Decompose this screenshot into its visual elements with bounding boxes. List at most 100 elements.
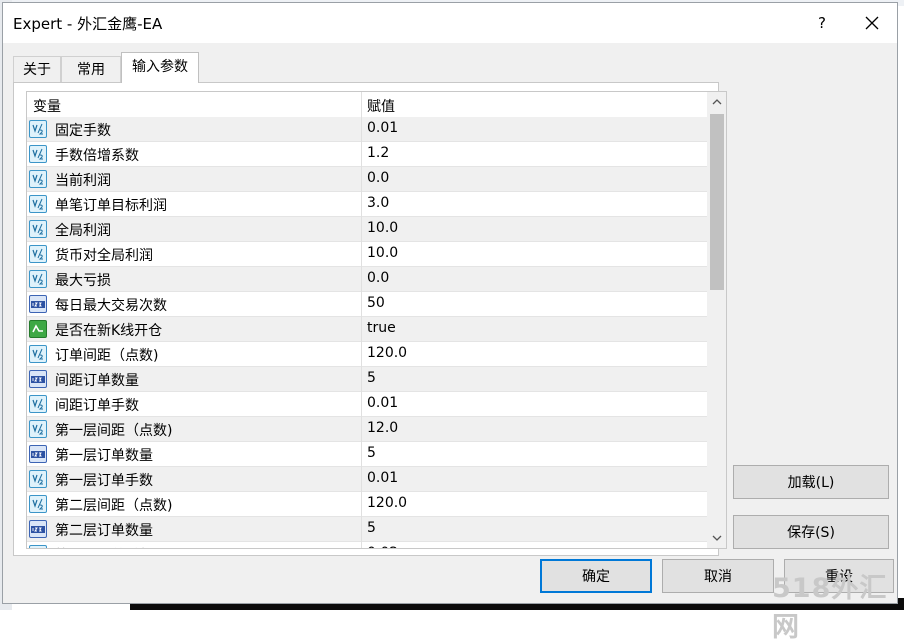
parameter-value[interactable]: 0.01 bbox=[367, 470, 398, 486]
chevron-down-icon bbox=[712, 535, 721, 541]
parameter-value[interactable]: 10.0 bbox=[367, 245, 398, 261]
column-header-value[interactable]: 赋值 bbox=[367, 96, 395, 116]
v2-icon bbox=[29, 195, 47, 213]
parameter-value[interactable]: 3.0 bbox=[367, 195, 389, 211]
scroll-up-button[interactable] bbox=[707, 92, 726, 112]
parameter-value[interactable]: 0.02 bbox=[367, 545, 398, 548]
cancel-button[interactable]: 取消 bbox=[662, 559, 774, 593]
v2-icon bbox=[29, 145, 47, 163]
ok-label: 确定 bbox=[582, 569, 610, 585]
v2-icon bbox=[29, 395, 47, 413]
parameter-name: 第二层间距（点数) bbox=[55, 498, 173, 514]
parameter-name: 第一层间距（点数) bbox=[55, 423, 173, 439]
table-row[interactable]: 全局利润 10.0 bbox=[27, 217, 707, 242]
v2-icon bbox=[29, 345, 47, 363]
tab-about[interactable]: 关于 bbox=[13, 56, 61, 82]
column-divider bbox=[361, 217, 362, 242]
parameter-value[interactable]: true bbox=[367, 320, 396, 336]
parameter-name: 间距订单手数 bbox=[55, 398, 139, 414]
table-row[interactable]: 是否在新K线开仓 true bbox=[27, 317, 707, 342]
table-row[interactable]: 订单间距（点数) 120.0 bbox=[27, 342, 707, 367]
v2-icon bbox=[29, 120, 47, 138]
parameter-value[interactable]: 12.0 bbox=[367, 420, 398, 436]
parameter-value[interactable]: 120.0 bbox=[367, 345, 407, 361]
table-row[interactable]: 单笔订单目标利润 3.0 bbox=[27, 192, 707, 217]
ok-button[interactable]: 确定 bbox=[540, 559, 652, 593]
table-row[interactable]: 每日最大交易次数 50 bbox=[27, 292, 707, 317]
help-label: ? bbox=[818, 14, 826, 32]
parameter-value[interactable]: 5 bbox=[367, 370, 376, 386]
v2-icon bbox=[29, 545, 47, 548]
parameter-name: 第一层订单手数 bbox=[55, 473, 153, 489]
parameter-name: 单笔订单目标利润 bbox=[55, 198, 167, 214]
table-row[interactable]: 第一层订单手数 0.01 bbox=[27, 467, 707, 492]
column-header-variable[interactable]: 变量 bbox=[33, 96, 61, 116]
123-icon bbox=[29, 295, 47, 313]
v2-icon bbox=[29, 420, 47, 438]
table-row[interactable]: 第二层间距（点数) 120.0 bbox=[27, 492, 707, 517]
table-row[interactable]: 第二层订单数量 5 bbox=[27, 517, 707, 542]
vertical-scrollbar[interactable] bbox=[707, 91, 727, 549]
table-row[interactable]: 货币对全局利润 10.0 bbox=[27, 242, 707, 267]
expert-dialog: Expert - 外汇金鹰-EA ? 关于 常用 输入参数 变量 赋值 固定手数… bbox=[2, 2, 898, 604]
parameter-value[interactable]: 50 bbox=[367, 295, 385, 311]
table-row[interactable]: 第一层间距（点数) 12.0 bbox=[27, 417, 707, 442]
bool-icon bbox=[29, 320, 47, 338]
grid-header: 变量 赋值 bbox=[27, 92, 707, 118]
table-row[interactable]: 最大亏损 0.0 bbox=[27, 267, 707, 292]
close-button[interactable] bbox=[845, 3, 899, 43]
table-row[interactable]: 当前利润 0.0 bbox=[27, 167, 707, 192]
column-divider bbox=[361, 492, 362, 517]
inputs-panel: 变量 赋值 固定手数 0.01 手数倍增系数 1.2 当前利润 0.0 单笔订单目标利润 3.… bbox=[13, 82, 727, 556]
parameter-value[interactable]: 5 bbox=[367, 445, 376, 461]
parameter-value[interactable]: 0.0 bbox=[367, 270, 389, 286]
parameter-value[interactable]: 0.0 bbox=[367, 170, 389, 186]
parameter-name: 固定手数 bbox=[55, 123, 111, 139]
table-row[interactable]: 手数倍增系数 1.2 bbox=[27, 142, 707, 167]
column-divider bbox=[361, 467, 362, 492]
tab-label: 输入参数 bbox=[132, 59, 188, 75]
save-button[interactable]: 保存(S) bbox=[733, 515, 889, 549]
column-divider bbox=[361, 192, 362, 217]
column-divider bbox=[361, 167, 362, 192]
parameter-name: 间距订单数量 bbox=[55, 373, 139, 389]
parameter-value[interactable]: 10.0 bbox=[367, 220, 398, 236]
parameter-name: 第二层订单手数 bbox=[55, 545, 153, 548]
parameter-grid: 变量 赋值 固定手数 0.01 手数倍增系数 1.2 当前利润 0.0 单笔订单目标利润 3.… bbox=[26, 91, 707, 549]
table-row[interactable]: 第二层订单手数 0.02 bbox=[27, 542, 707, 548]
tab-label: 常用 bbox=[77, 62, 105, 78]
column-divider bbox=[361, 142, 362, 167]
parameter-value[interactable]: 0.01 bbox=[367, 395, 398, 411]
table-row[interactable]: 间距订单数量 5 bbox=[27, 367, 707, 392]
help-button[interactable]: ? bbox=[799, 3, 845, 43]
column-divider[interactable] bbox=[361, 92, 362, 117]
v2-icon bbox=[29, 245, 47, 263]
123-icon bbox=[29, 445, 47, 463]
parameter-value[interactable]: 120.0 bbox=[367, 495, 407, 511]
column-divider bbox=[361, 417, 362, 442]
table-row[interactable]: 固定手数 0.01 bbox=[27, 117, 707, 142]
column-divider bbox=[361, 392, 362, 417]
column-divider bbox=[361, 292, 362, 317]
scroll-down-button[interactable] bbox=[707, 528, 726, 548]
parameter-value[interactable]: 0.01 bbox=[367, 120, 398, 136]
table-row[interactable]: 第一层订单数量 5 bbox=[27, 442, 707, 467]
table-row[interactable]: 间距订单手数 0.01 bbox=[27, 392, 707, 417]
v2-icon bbox=[29, 170, 47, 188]
load-button[interactable]: 加载(L) bbox=[733, 465, 889, 499]
parameter-name: 每日最大交易次数 bbox=[55, 298, 167, 314]
scroll-thumb[interactable] bbox=[710, 114, 724, 290]
v2-icon bbox=[29, 220, 47, 238]
close-icon bbox=[865, 16, 879, 30]
column-divider bbox=[361, 242, 362, 267]
tab-common[interactable]: 常用 bbox=[61, 56, 121, 82]
v2-icon bbox=[29, 495, 47, 513]
tab-label: 关于 bbox=[23, 62, 51, 78]
column-divider bbox=[361, 442, 362, 467]
column-divider bbox=[361, 542, 362, 548]
column-divider bbox=[361, 517, 362, 542]
tab-inputs[interactable]: 输入参数 bbox=[121, 52, 199, 83]
parameter-value[interactable]: 5 bbox=[367, 520, 376, 536]
123-icon bbox=[29, 520, 47, 538]
parameter-value[interactable]: 1.2 bbox=[367, 145, 389, 161]
